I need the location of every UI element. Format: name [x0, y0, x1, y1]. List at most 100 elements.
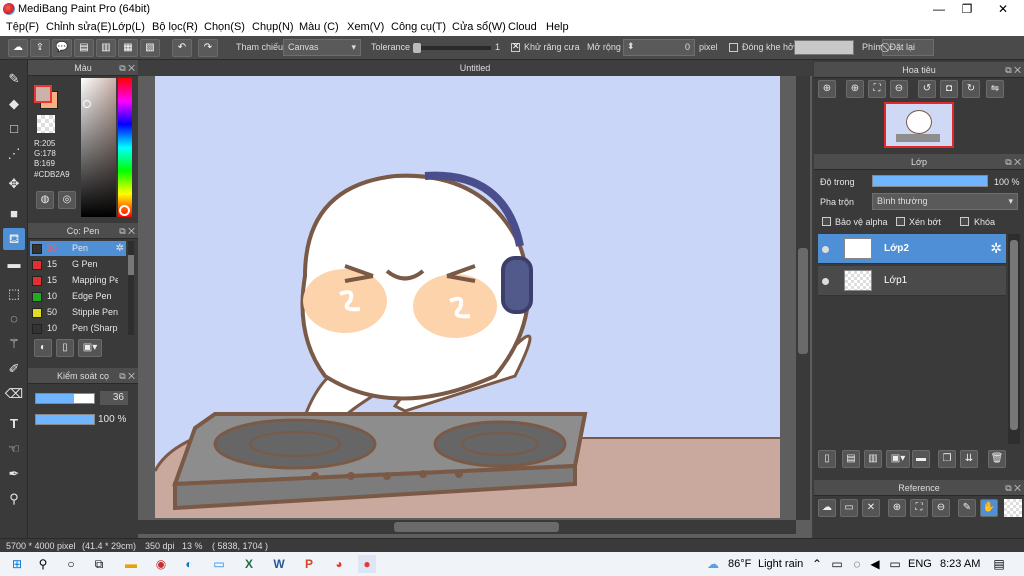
- app-icon[interactable]: ◉: [152, 555, 170, 573]
- cortana-icon[interactable]: ○: [62, 555, 80, 573]
- share-icon[interactable]: ⇪: [30, 39, 50, 57]
- brush-scrollbar[interactable]: [128, 241, 134, 335]
- cloud-icon[interactable]: ☁: [8, 39, 28, 57]
- panel-expand-icon[interactable]: ⧉ ✕: [119, 60, 135, 76]
- chrome-icon[interactable]: ◕: [330, 555, 348, 573]
- brush-row[interactable]: 36 Pen ✲: [30, 241, 126, 256]
- foreground-color-swatch[interactable]: [34, 85, 52, 103]
- close-icon[interactable]: ✕: [862, 499, 880, 517]
- lasso-tool-icon[interactable]: ◌: [3, 308, 25, 330]
- hue-slider[interactable]: [118, 78, 132, 217]
- brush-menu-icon[interactable]: ▣▾: [78, 339, 102, 357]
- comic-icon[interactable]: ▤: [74, 39, 94, 57]
- brush-copy-icon[interactable]: ▯: [56, 339, 74, 357]
- rotate-left-icon[interactable]: ↺: [918, 80, 936, 98]
- menu-filter[interactable]: Bộ lọc(R): [152, 21, 198, 33]
- close-gap-checkbox[interactable]: [729, 43, 738, 52]
- duplicate-layer-icon[interactable]: ❐: [938, 450, 956, 468]
- powerpoint-icon[interactable]: P: [300, 555, 318, 573]
- layer-scrollbar[interactable]: [1008, 234, 1020, 444]
- panel-expand-icon[interactable]: ⧉ ✕: [1005, 62, 1021, 78]
- word-icon[interactable]: W: [270, 555, 288, 573]
- brush-row[interactable]: 10 Edge Pen: [30, 289, 126, 304]
- brush-row[interactable]: 15 Mapping Pen: [30, 273, 126, 288]
- eyedropper-tool-icon[interactable]: ⚲: [3, 488, 25, 510]
- redo-icon[interactable]: ↷: [198, 39, 218, 57]
- menu-file[interactable]: Tệp(F): [6, 21, 39, 33]
- menu-edit[interactable]: Chỉnh sửa(E): [46, 21, 111, 33]
- clock[interactable]: 8:23 AM: [940, 558, 980, 570]
- flip-icon[interactable]: ⇋: [986, 80, 1004, 98]
- visibility-icon[interactable]: [822, 278, 829, 285]
- fill-shape-tool-icon[interactable]: ■: [3, 203, 25, 225]
- brush-row[interactable]: 15 G Pen: [30, 257, 126, 272]
- hue-slider-knob[interactable]: [119, 205, 130, 216]
- zoom-out-icon[interactable]: ⊖: [890, 80, 908, 98]
- drawing-canvas[interactable]: [155, 76, 780, 518]
- new-layer-icon[interactable]: ▯: [818, 450, 836, 468]
- select-tool-icon[interactable]: ⬚: [3, 283, 25, 305]
- zoom-in-icon[interactable]: ⊕: [846, 80, 864, 98]
- zoom-in-icon[interactable]: ⊕: [888, 499, 906, 517]
- chevron-up-icon[interactable]: ⌃: [808, 555, 826, 573]
- search-icon[interactable]: ⚲: [34, 555, 52, 573]
- windows-start-icon[interactable]: ⊞: [8, 555, 26, 573]
- zoom-out-icon[interactable]: ⊖: [932, 499, 950, 517]
- notification-icon[interactable]: ▤: [990, 555, 1008, 573]
- layer-opacity-slider[interactable]: [872, 175, 988, 187]
- folder-icon[interactable]: ▬: [912, 450, 930, 468]
- undo-icon[interactable]: ↶: [172, 39, 192, 57]
- merge-layer-icon[interactable]: ⇊: [960, 450, 978, 468]
- antialias-checkbox[interactable]: ✕: [511, 41, 520, 52]
- maximize-button[interactable]: ❐: [950, 0, 984, 18]
- menu-view[interactable]: Xem(V): [347, 21, 384, 33]
- gradient-tool-icon[interactable]: ▬: [3, 253, 25, 275]
- menu-help[interactable]: Help: [546, 21, 569, 33]
- canvas-vertical-scrollbar[interactable]: [796, 76, 810, 520]
- panel-expand-icon[interactable]: ⧉ ✕: [119, 368, 135, 384]
- canvas-vertical-scrollbar-thumb[interactable]: [798, 248, 808, 354]
- tolerance-slider[interactable]: [413, 43, 491, 53]
- canvas-horizontal-scrollbar[interactable]: [138, 520, 796, 534]
- palette-icon[interactable]: ◍: [36, 191, 54, 209]
- fit-icon[interactable]: ⛶: [910, 499, 928, 517]
- select-eraser-tool-icon[interactable]: ⌫: [3, 383, 25, 405]
- fit-icon[interactable]: ⛶: [868, 80, 886, 98]
- tolerance-slider-knob[interactable]: [413, 43, 421, 53]
- menu-layer[interactable]: Lớp(L): [112, 21, 145, 33]
- hand-icon[interactable]: ✋: [980, 499, 998, 517]
- brush-opacity-slider[interactable]: [35, 414, 95, 425]
- menu-color[interactable]: Màu (C): [299, 21, 339, 33]
- add-layer-menu-icon[interactable]: ▣▾: [886, 450, 910, 468]
- network-icon[interactable]: ▭: [828, 555, 846, 573]
- monitor-icon[interactable]: ▭: [210, 555, 228, 573]
- move-tool-icon[interactable]: ✥: [3, 173, 25, 195]
- palette-add-icon[interactable]: ◎: [58, 191, 76, 209]
- brush-add-icon[interactable]: ◐: [34, 339, 52, 357]
- new-8bit-layer-icon[interactable]: ▥: [864, 450, 882, 468]
- layer-row[interactable]: Lớp1: [818, 266, 1006, 296]
- panel-expand-icon[interactable]: ⧉ ✕: [1005, 154, 1021, 170]
- brush-row[interactable]: 10 Pen (Sharp): [30, 321, 126, 336]
- new-halftone-layer-icon[interactable]: ▤: [842, 450, 860, 468]
- menu-cloud[interactable]: Cloud: [508, 21, 537, 33]
- reference-select[interactable]: Canvas ▾: [283, 39, 361, 56]
- layer-scrollbar-thumb[interactable]: [1010, 240, 1018, 430]
- close-button[interactable]: ✕: [986, 0, 1020, 18]
- pages-icon[interactable]: ▦: [118, 39, 138, 57]
- canvas-horizontal-scrollbar-thumb[interactable]: [394, 522, 559, 532]
- menu-tools[interactable]: Công cụ(T): [391, 21, 446, 33]
- menu-select[interactable]: Chọn(S): [204, 21, 245, 33]
- close-gap-slider[interactable]: [794, 40, 854, 55]
- reset-view-icon[interactable]: ◘: [940, 80, 958, 98]
- layer-row[interactable]: Lớp2 ✲: [818, 234, 1006, 264]
- trash-icon[interactable]: 🗑: [988, 450, 1006, 468]
- cloud-upload-icon[interactable]: ☁: [818, 499, 836, 517]
- visibility-icon[interactable]: [822, 246, 829, 253]
- select-pen-tool-icon[interactable]: ✐: [3, 358, 25, 380]
- protect-alpha-checkbox[interactable]: [822, 217, 831, 226]
- lock-checkbox[interactable]: [960, 217, 969, 226]
- blend-mode-select[interactable]: Bình thường ▾: [872, 193, 1018, 210]
- menu-capture[interactable]: Chụp(N): [252, 21, 294, 33]
- comment-icon[interactable]: 💬: [52, 39, 72, 57]
